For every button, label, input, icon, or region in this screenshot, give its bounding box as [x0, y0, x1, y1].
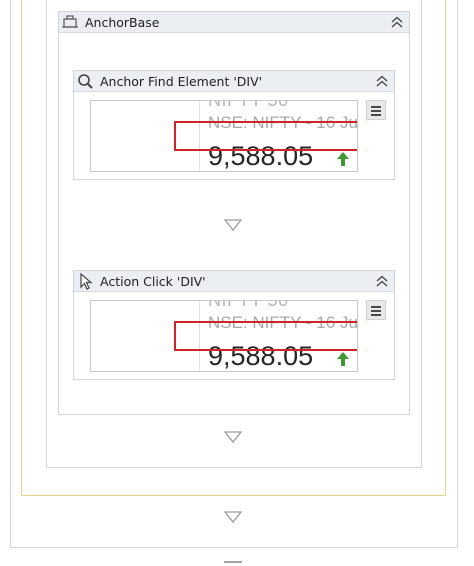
cursor-icon: [77, 272, 95, 290]
double-chevron-up-icon[interactable]: [374, 73, 390, 90]
up-arrow-icon: [336, 151, 350, 167]
bottom-connector-line: [224, 561, 242, 563]
find-element-activity[interactable]: Anchor Find Element 'DIV' NIFTY 50 NSE: …: [73, 70, 395, 180]
element-screenshot-preview: NIFTY 50 NSE: NIFTY - 16 Jul 9,588.05: [90, 100, 358, 172]
preview-ticker-top: NIFTY 50: [208, 301, 289, 311]
anchor-base-icon: [61, 14, 79, 31]
hamburger-menu-icon[interactable]: [366, 300, 386, 320]
click-header[interactable]: Action Click 'DIV': [74, 271, 394, 292]
target-highlight-box: [174, 321, 357, 351]
target-highlight-box: [174, 121, 357, 151]
anchorbase-title: AnchorBase: [85, 15, 160, 30]
search-icon: [77, 73, 95, 90]
hamburger-menu-icon[interactable]: [366, 100, 386, 120]
click-activity[interactable]: Action Click 'DIV' NIFTY 50 NSE: NIFTY -…: [73, 270, 395, 380]
find-element-title: Anchor Find Element 'DIV': [100, 74, 263, 89]
anchorbase-header[interactable]: AnchorBase: [59, 12, 409, 33]
double-chevron-up-icon[interactable]: [389, 14, 405, 31]
double-chevron-up-icon[interactable]: [374, 273, 390, 290]
insert-drop-arrow-icon[interactable]: [224, 219, 242, 231]
up-arrow-icon: [336, 351, 350, 367]
element-screenshot-preview: NIFTY 50 NSE: NIFTY - 16 Jul 9,588.05: [90, 300, 358, 372]
preview-ticker-top: NIFTY 50: [208, 101, 289, 111]
insert-drop-arrow-icon[interactable]: [224, 431, 242, 443]
insert-drop-arrow-icon[interactable]: [224, 511, 242, 523]
click-title: Action Click 'DIV': [100, 274, 206, 289]
find-element-header[interactable]: Anchor Find Element 'DIV': [74, 71, 394, 92]
